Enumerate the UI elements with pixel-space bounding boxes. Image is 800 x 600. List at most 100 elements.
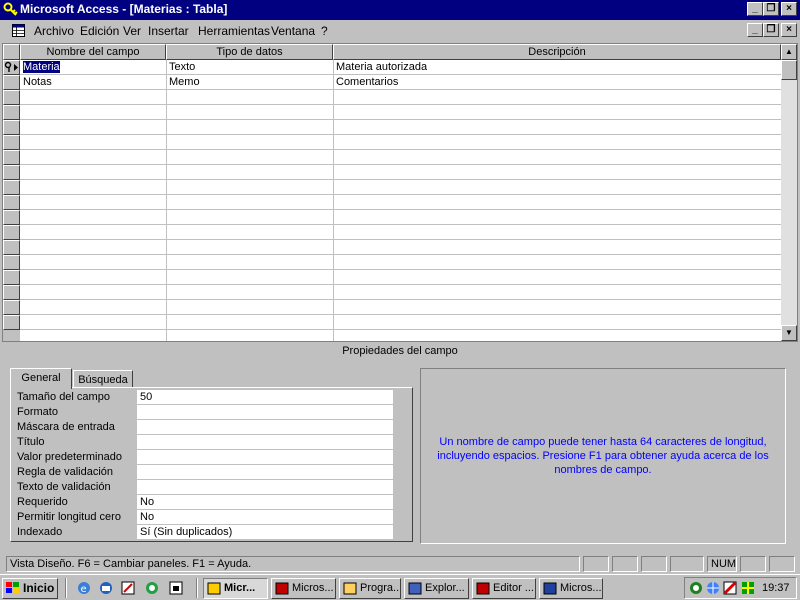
row-selector[interactable] xyxy=(3,75,20,90)
field-name-cell[interactable] xyxy=(20,195,166,210)
data-type-cell[interactable] xyxy=(166,315,333,330)
row-selector[interactable] xyxy=(3,105,20,120)
row-selector[interactable] xyxy=(3,300,20,315)
row-selector[interactable] xyxy=(3,315,20,330)
child-close-button[interactable]: × xyxy=(781,23,797,37)
restore-button[interactable]: ❐ xyxy=(763,2,779,16)
tab-busqueda[interactable]: Búsqueda xyxy=(73,370,133,388)
scroll-up-button[interactable]: ▲ xyxy=(781,44,797,60)
field-name-cell[interactable] xyxy=(20,135,166,150)
property-value-field[interactable] xyxy=(137,465,393,480)
data-type-cell[interactable] xyxy=(166,285,333,300)
description-cell[interactable] xyxy=(333,225,781,240)
task-button[interactable]: Editor ... xyxy=(472,578,536,599)
title-bar[interactable]: Microsoft Access - [Materias : Tabla] _ … xyxy=(0,0,800,20)
field-name-cell[interactable] xyxy=(20,300,166,315)
description-cell[interactable] xyxy=(333,120,781,135)
display-settings-icon[interactable] xyxy=(740,580,756,596)
description-cell[interactable] xyxy=(333,105,781,120)
field-name-cell[interactable] xyxy=(20,165,166,180)
table-row[interactable] xyxy=(20,255,781,270)
description-cell[interactable] xyxy=(333,255,781,270)
data-type-cell[interactable]: Memo xyxy=(166,75,333,90)
field-name-cell[interactable] xyxy=(20,270,166,285)
description-cell[interactable] xyxy=(333,150,781,165)
minimize-button[interactable]: _ xyxy=(747,2,763,16)
task-button[interactable]: Progra... xyxy=(339,578,401,599)
field-name-cell[interactable] xyxy=(20,225,166,240)
data-type-cell[interactable] xyxy=(166,105,333,120)
header-description[interactable]: Descripción xyxy=(333,44,781,60)
row-selector[interactable] xyxy=(3,165,20,180)
row-selector[interactable] xyxy=(3,135,20,150)
clock[interactable]: 19:37 xyxy=(762,582,790,594)
menu-ver[interactable]: Ver xyxy=(123,24,141,38)
internet-explorer-icon[interactable]: e xyxy=(76,580,92,596)
property-value-field[interactable] xyxy=(137,435,393,450)
row-selector[interactable] xyxy=(3,180,20,195)
table-row[interactable] xyxy=(20,135,781,150)
table-row[interactable] xyxy=(20,300,781,315)
table-row[interactable] xyxy=(20,225,781,240)
data-type-cell[interactable] xyxy=(166,225,333,240)
scroll-down-button[interactable]: ▼ xyxy=(781,325,797,341)
vertical-scrollbar[interactable]: ▲ ▼ xyxy=(781,44,797,341)
table-row[interactable] xyxy=(20,180,781,195)
description-cell[interactable] xyxy=(333,315,781,330)
description-cell[interactable] xyxy=(333,300,781,315)
field-name-cell[interactable] xyxy=(20,285,166,300)
menu-herramientas[interactable]: Herramientas xyxy=(198,24,270,38)
child-restore-button[interactable]: ❐ xyxy=(763,23,779,37)
property-value-field[interactable] xyxy=(137,405,393,420)
description-cell[interactable] xyxy=(333,90,781,105)
data-type-cell[interactable] xyxy=(166,240,333,255)
data-type-cell[interactable] xyxy=(166,150,333,165)
menu-ventana[interactable]: Ventana xyxy=(271,24,315,38)
row-selector[interactable] xyxy=(3,240,20,255)
globe-icon[interactable] xyxy=(705,580,721,596)
scroll-thumb[interactable] xyxy=(781,60,797,80)
data-type-cell[interactable] xyxy=(166,195,333,210)
table-row[interactable] xyxy=(20,165,781,180)
table-row[interactable] xyxy=(20,120,781,135)
table-row[interactable] xyxy=(20,150,781,165)
description-cell[interactable] xyxy=(333,240,781,255)
property-value-field[interactable]: No xyxy=(137,510,393,525)
start-button[interactable]: Inicio xyxy=(2,578,58,599)
table-icon[interactable] xyxy=(12,24,25,37)
table-row[interactable] xyxy=(20,90,781,105)
row-selector[interactable] xyxy=(3,90,20,105)
table-row[interactable] xyxy=(20,270,781,285)
row-selector[interactable] xyxy=(3,120,20,135)
selected-field-name[interactable]: Materia xyxy=(23,61,60,73)
field-name-cell[interactable] xyxy=(20,90,166,105)
data-type-cell[interactable]: Texto xyxy=(166,60,333,75)
field-name-cell[interactable]: Materia xyxy=(20,60,166,75)
menu-insertar[interactable]: Insertar xyxy=(148,24,189,38)
row-selector[interactable] xyxy=(3,195,20,210)
description-cell[interactable] xyxy=(333,270,781,285)
channels-icon[interactable] xyxy=(144,580,160,596)
data-type-cell[interactable] xyxy=(166,255,333,270)
table-row[interactable] xyxy=(20,210,781,225)
table-row[interactable] xyxy=(20,240,781,255)
row-selector[interactable] xyxy=(3,270,20,285)
row-selector[interactable] xyxy=(3,285,20,300)
row-selector[interactable] xyxy=(3,60,20,75)
data-type-cell[interactable] xyxy=(166,210,333,225)
description-cell[interactable] xyxy=(333,135,781,150)
field-name-cell[interactable] xyxy=(20,315,166,330)
description-cell[interactable] xyxy=(333,180,781,195)
table-row[interactable] xyxy=(20,105,781,120)
data-type-cell[interactable] xyxy=(166,270,333,285)
edit-icon[interactable] xyxy=(120,580,136,596)
property-value-field[interactable]: No xyxy=(137,495,393,510)
task-button[interactable]: Micr... xyxy=(203,578,268,599)
description-cell[interactable] xyxy=(333,285,781,300)
task-button[interactable]: Micros... xyxy=(271,578,336,599)
menu-help[interactable]: ? xyxy=(321,24,328,38)
row-selector[interactable] xyxy=(3,255,20,270)
tab-general[interactable]: General xyxy=(10,368,72,389)
table-row[interactable] xyxy=(20,285,781,300)
property-value-field[interactable] xyxy=(137,450,393,465)
